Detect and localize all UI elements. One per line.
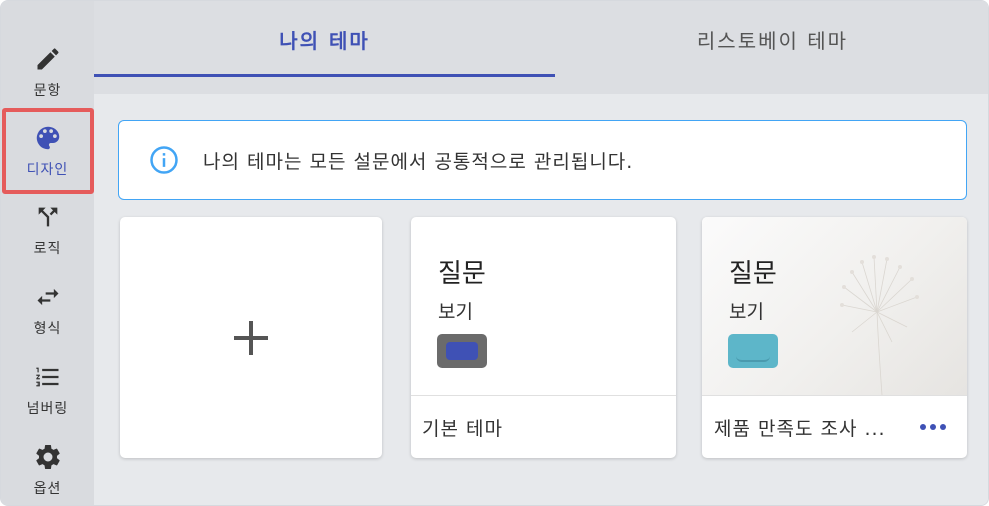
branch-icon [31,200,65,234]
card-footer: 제품 만족도 조사 ... [702,395,967,458]
sidebar-item-label: 디자인 [26,162,69,178]
pencil-icon [31,42,65,76]
sidebar-item-options[interactable]: 옵션 [1,429,94,505]
info-icon [150,146,178,174]
theme-card[interactable]: 질문 보기 기본 테마 [411,217,676,458]
button-swatch [728,334,778,368]
numbered-list-icon [31,360,65,394]
more-dots-icon[interactable] [919,419,947,435]
theme-card[interactable]: 질문 보기 제품 만족도 조사 ... [702,217,967,458]
card-footer: 기본 테마 [411,395,676,458]
preview-question: 질문 [438,259,486,289]
gear-icon [31,440,65,474]
sidebar-item-design[interactable]: 디자인 [1,110,94,190]
notice-text: 나의 테마는 모든 설문에서 공통적으로 관리됩니다. [203,150,634,173]
sidebar: 문항 디자인 로직 형식 넘버링 옵션 [1,1,94,505]
info-notice: 나의 테마는 모든 설문에서 공통적으로 관리됩니다. [118,120,967,200]
swap-arrows-icon [31,280,65,314]
tab-my-theme[interactable]: 나의 테마 [94,1,555,77]
theme-name: 제품 만족도 조사 ... [714,417,886,440]
theme-preview: 질문 보기 [702,217,967,395]
active-tab-indicator [94,74,555,77]
preview-question: 질문 [729,259,777,289]
sidebar-item-logic[interactable]: 로직 [1,189,94,269]
plus-icon [234,320,268,355]
add-theme-card[interactable] [120,217,382,458]
sidebar-item-label: 로직 [33,241,62,257]
theme-tabs: 나의 테마 리스토베이 테마 [94,1,988,94]
app-window: 문항 디자인 로직 형식 넘버링 옵션 나의 테마 리스토베이 테마 나의 테마… [0,0,989,506]
preview-view: 보기 [729,301,764,323]
main-panel: 나의 테마 리스토베이 테마 나의 테마는 모든 설문에서 공통적으로 관리됩니… [94,1,988,505]
theme-preview: 질문 보기 [411,217,676,395]
sidebar-item-format[interactable]: 형식 [1,269,94,349]
sidebar-item-label: 형식 [33,321,62,337]
preview-view: 보기 [438,301,473,323]
sidebar-item-label: 옵션 [33,481,62,497]
sidebar-item-questions[interactable]: 문항 [1,31,94,111]
sidebar-item-numbering[interactable]: 넘버링 [1,349,94,429]
sidebar-item-label: 넘버링 [26,401,69,417]
theme-name: 기본 테마 [422,417,503,440]
tab-listovey-theme[interactable]: 리스토베이 테마 [555,1,988,77]
palette-icon [31,121,65,155]
button-swatch [437,334,487,368]
sidebar-item-label: 문항 [33,83,62,99]
